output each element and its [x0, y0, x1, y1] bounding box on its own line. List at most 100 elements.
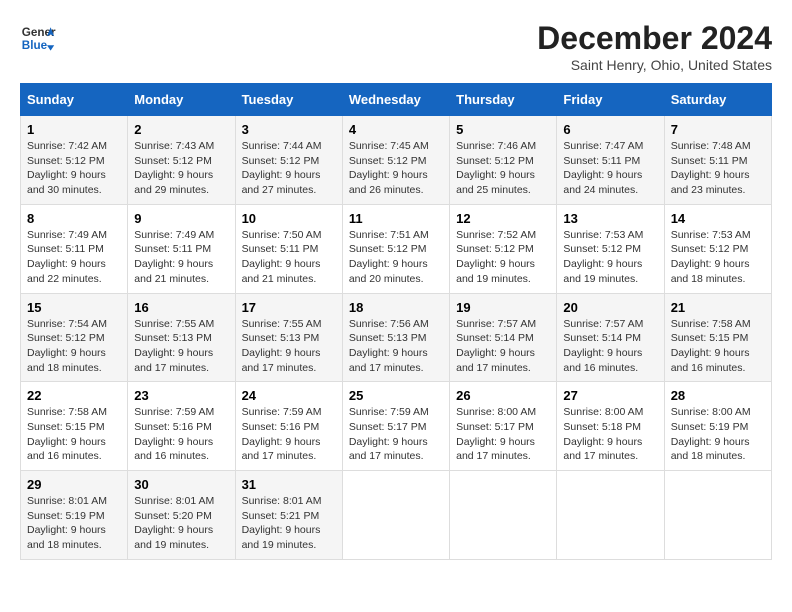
col-friday: Friday: [557, 84, 664, 116]
day-info: Sunrise: 7:43 AM Sunset: 5:12 PM Dayligh…: [134, 139, 228, 198]
day-number: 23: [134, 388, 228, 403]
calendar-cell: 28 Sunrise: 8:00 AM Sunset: 5:19 PM Dayli…: [664, 382, 771, 471]
calendar-cell: 21 Sunrise: 7:58 AM Sunset: 5:15 PM Dayli…: [664, 293, 771, 382]
calendar-cell: 17Sunrise: 7:55 AM Sunset: 5:13 PM Dayli…: [235, 293, 342, 382]
calendar-cell: 22 Sunrise: 7:58 AM Sunset: 5:15 PM Dayli…: [21, 382, 128, 471]
day-info: Sunrise: 7:50 AM Sunset: 5:11 PM Dayligh…: [242, 228, 336, 287]
calendar-cell: 1 Sunrise: 7:42 AM Sunset: 5:12 PM Daylig…: [21, 116, 128, 205]
calendar-cell: 18 Sunrise: 7:56 AM Sunset: 5:13 PM Dayli…: [342, 293, 449, 382]
day-info: Sunrise: 7:58 AM Sunset: 5:15 PM Dayligh…: [671, 317, 765, 376]
day-number: 30: [134, 477, 228, 492]
day-info: Sunrise: 7:51 AM Sunset: 5:12 PM Dayligh…: [349, 228, 443, 287]
day-number: 1: [27, 122, 121, 137]
day-number: 11: [349, 211, 443, 226]
day-info: Sunrise: 7:55 AM Sunset: 5:13 PM Dayligh…: [134, 317, 228, 376]
col-thursday: Thursday: [450, 84, 557, 116]
calendar-cell: 6Sunrise: 7:47 AM Sunset: 5:11 PM Daylig…: [557, 116, 664, 205]
calendar-cell: 14Sunrise: 7:53 AM Sunset: 5:12 PM Dayli…: [664, 204, 771, 293]
calendar-cell: [557, 471, 664, 560]
calendar-cell: 12 Sunrise: 7:52 AM Sunset: 5:12 PM Dayli…: [450, 204, 557, 293]
logo-icon: General Blue: [20, 20, 56, 56]
day-number: 29: [27, 477, 121, 492]
day-number: 17: [242, 300, 336, 315]
day-number: 10: [242, 211, 336, 226]
calendar-cell: 11 Sunrise: 7:51 AM Sunset: 5:12 PM Dayli…: [342, 204, 449, 293]
day-number: 28: [671, 388, 765, 403]
day-number: 7: [671, 122, 765, 137]
day-number: 18: [349, 300, 443, 315]
calendar-cell: 10 Sunrise: 7:50 AM Sunset: 5:11 PM Dayli…: [235, 204, 342, 293]
calendar-cell: 20 Sunrise: 7:57 AM Sunset: 5:14 PM Dayli…: [557, 293, 664, 382]
day-number: 24: [242, 388, 336, 403]
day-number: 16: [134, 300, 228, 315]
logo: General Blue: [20, 20, 56, 56]
day-info: Sunrise: 7:59 AM Sunset: 5:16 PM Dayligh…: [134, 405, 228, 464]
day-number: 21: [671, 300, 765, 315]
calendar-header-row: Sunday Monday Tuesday Wednesday Thursday…: [21, 84, 772, 116]
page-header: General Blue December 2024 Saint Henry, …: [20, 20, 772, 73]
day-info: Sunrise: 7:56 AM Sunset: 5:13 PM Dayligh…: [349, 317, 443, 376]
calendar-cell: 24 Sunrise: 7:59 AM Sunset: 5:16 PM Dayli…: [235, 382, 342, 471]
day-info: Sunrise: 7:57 AM Sunset: 5:14 PM Dayligh…: [563, 317, 657, 376]
calendar-cell: 31 Sunrise: 8:01 AM Sunset: 5:21 PM Dayli…: [235, 471, 342, 560]
day-number: 13: [563, 211, 657, 226]
calendar-cell: [450, 471, 557, 560]
day-info: Sunrise: 7:49 AM Sunset: 5:11 PM Dayligh…: [134, 228, 228, 287]
day-info: Sunrise: 7:54 AM Sunset: 5:12 PM Dayligh…: [27, 317, 121, 376]
calendar-cell: 2 Sunrise: 7:43 AM Sunset: 5:12 PM Daylig…: [128, 116, 235, 205]
calendar-cell: 23 Sunrise: 7:59 AM Sunset: 5:16 PM Dayli…: [128, 382, 235, 471]
day-number: 26: [456, 388, 550, 403]
calendar-row: 1 Sunrise: 7:42 AM Sunset: 5:12 PM Daylig…: [21, 116, 772, 205]
calendar-cell: 4Sunrise: 7:45 AM Sunset: 5:12 PM Daylig…: [342, 116, 449, 205]
calendar-row: 15 Sunrise: 7:54 AM Sunset: 5:12 PM Dayli…: [21, 293, 772, 382]
calendar-cell: 29 Sunrise: 8:01 AM Sunset: 5:19 PM Dayli…: [21, 471, 128, 560]
day-number: 20: [563, 300, 657, 315]
day-info: Sunrise: 7:53 AM Sunset: 5:12 PM Dayligh…: [563, 228, 657, 287]
day-info: Sunrise: 8:00 AM Sunset: 5:17 PM Dayligh…: [456, 405, 550, 464]
calendar-cell: 26 Sunrise: 8:00 AM Sunset: 5:17 PM Dayli…: [450, 382, 557, 471]
svg-text:Blue: Blue: [22, 39, 48, 52]
day-info: Sunrise: 8:01 AM Sunset: 5:20 PM Dayligh…: [134, 494, 228, 553]
day-number: 25: [349, 388, 443, 403]
day-info: Sunrise: 7:48 AM Sunset: 5:11 PM Dayligh…: [671, 139, 765, 198]
day-info: Sunrise: 8:00 AM Sunset: 5:18 PM Dayligh…: [563, 405, 657, 464]
col-sunday: Sunday: [21, 84, 128, 116]
col-monday: Monday: [128, 84, 235, 116]
title-area: December 2024 Saint Henry, Ohio, United …: [537, 20, 772, 73]
calendar-cell: 3Sunrise: 7:44 AM Sunset: 5:12 PM Daylig…: [235, 116, 342, 205]
calendar-cell: 13 Sunrise: 7:53 AM Sunset: 5:12 PM Dayli…: [557, 204, 664, 293]
day-number: 27: [563, 388, 657, 403]
location-subtitle: Saint Henry, Ohio, United States: [537, 57, 772, 73]
calendar-cell: 8 Sunrise: 7:49 AM Sunset: 5:11 PM Daylig…: [21, 204, 128, 293]
day-number: 19: [456, 300, 550, 315]
day-info: Sunrise: 7:49 AM Sunset: 5:11 PM Dayligh…: [27, 228, 121, 287]
day-info: Sunrise: 7:59 AM Sunset: 5:16 PM Dayligh…: [242, 405, 336, 464]
day-number: 9: [134, 211, 228, 226]
calendar-row: 29 Sunrise: 8:01 AM Sunset: 5:19 PM Dayli…: [21, 471, 772, 560]
calendar-cell: 19 Sunrise: 7:57 AM Sunset: 5:14 PM Dayli…: [450, 293, 557, 382]
day-number: 5: [456, 122, 550, 137]
calendar-cell: [342, 471, 449, 560]
calendar-cell: 5Sunrise: 7:46 AM Sunset: 5:12 PM Daylig…: [450, 116, 557, 205]
day-number: 8: [27, 211, 121, 226]
col-wednesday: Wednesday: [342, 84, 449, 116]
day-info: Sunrise: 7:42 AM Sunset: 5:12 PM Dayligh…: [27, 139, 121, 198]
calendar-cell: 16 Sunrise: 7:55 AM Sunset: 5:13 PM Dayli…: [128, 293, 235, 382]
day-info: Sunrise: 7:58 AM Sunset: 5:15 PM Dayligh…: [27, 405, 121, 464]
day-number: 15: [27, 300, 121, 315]
day-number: 31: [242, 477, 336, 492]
day-number: 2: [134, 122, 228, 137]
day-info: Sunrise: 8:00 AM Sunset: 5:19 PM Dayligh…: [671, 405, 765, 464]
calendar-cell: [664, 471, 771, 560]
day-number: 22: [27, 388, 121, 403]
day-info: Sunrise: 8:01 AM Sunset: 5:21 PM Dayligh…: [242, 494, 336, 553]
day-info: Sunrise: 7:47 AM Sunset: 5:11 PM Dayligh…: [563, 139, 657, 198]
day-number: 3: [242, 122, 336, 137]
day-number: 4: [349, 122, 443, 137]
day-info: Sunrise: 7:52 AM Sunset: 5:12 PM Dayligh…: [456, 228, 550, 287]
calendar-cell: 27 Sunrise: 8:00 AM Sunset: 5:18 PM Dayli…: [557, 382, 664, 471]
day-info: Sunrise: 8:01 AM Sunset: 5:19 PM Dayligh…: [27, 494, 121, 553]
day-info: Sunrise: 7:57 AM Sunset: 5:14 PM Dayligh…: [456, 317, 550, 376]
day-number: 12: [456, 211, 550, 226]
calendar-row: 22 Sunrise: 7:58 AM Sunset: 5:15 PM Dayli…: [21, 382, 772, 471]
